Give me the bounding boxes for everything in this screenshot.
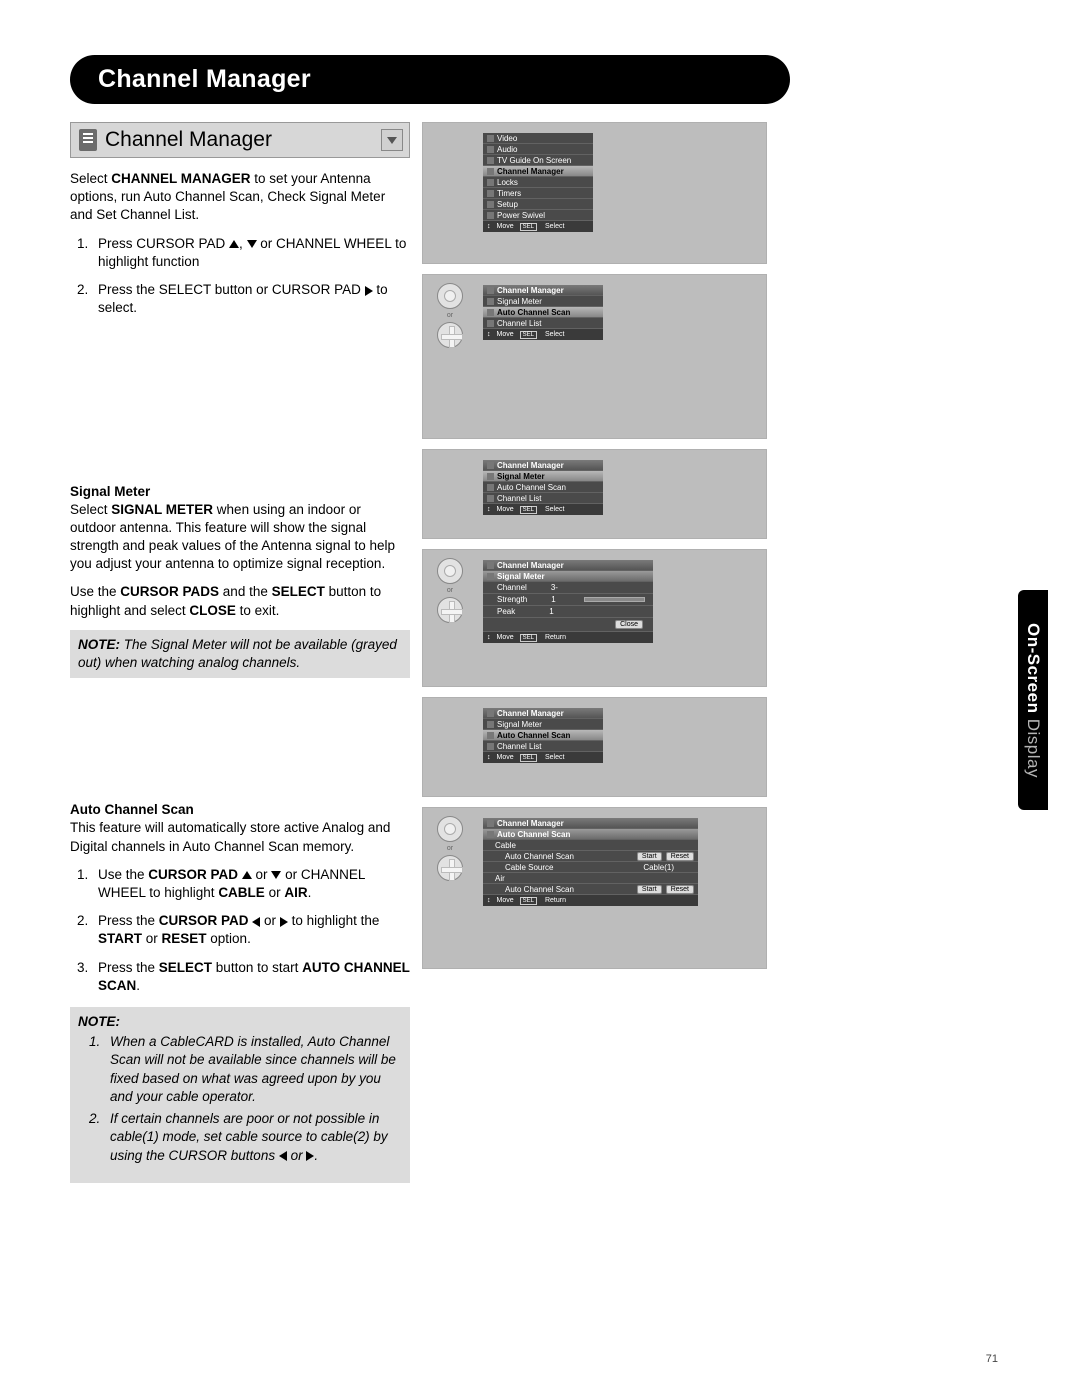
auto-scan-step-1: Use the CURSOR PAD or or CHANNEL WHEEL t… [92,866,410,902]
dpad-icon [437,322,463,348]
screenshot-auto-scan-detail: or Channel Manager Auto Channel Scan Cab… [422,807,767,969]
note-auto-scan-2: If certain channels are poor or not poss… [104,1110,402,1165]
intro-steps: Press CURSOR PAD , or CHANNEL WHEEL to h… [70,235,410,318]
wheel-icon [437,558,463,584]
note-auto-scan: NOTE: When a CableCARD is installed, Aut… [70,1007,410,1183]
auto-scan-heading: Auto Channel Scan [70,802,410,817]
screenshot-auto-scan-highlight: Channel Manager Signal Meter Auto Channe… [422,697,767,797]
section-header: Channel Manager [70,122,410,158]
auto-scan-step-3: Press the SELECT button to start AUTO CH… [92,959,410,995]
remote-icon: or [433,283,467,348]
remote-icon: or [433,558,467,623]
note-auto-scan-1: When a CableCARD is installed, Auto Chan… [104,1033,402,1106]
signal-meter-heading: Signal Meter [70,484,410,499]
intro-paragraph: Select CHANNEL MANAGER to set your Anten… [70,170,410,225]
page-number: 71 [986,1353,998,1365]
remote-icon: or [433,816,467,881]
screenshot-channel-manager-menu: or Channel Manager Signal Meter Auto Cha… [422,274,767,439]
screenshot-main-menu: Video Audio TV Guide On Screen Channel M… [422,122,767,264]
signal-meter-exit: Use the CURSOR PADS and the SELECT butto… [70,583,410,619]
step-1: Press CURSOR PAD , or CHANNEL WHEEL to h… [92,235,410,271]
section-tab: On-Screen Display [1018,590,1048,810]
dropdown-arrow-icon [381,129,403,151]
auto-scan-steps: Use the CURSOR PAD or or CHANNEL WHEEL t… [70,866,410,995]
auto-scan-paragraph: This feature will automatically store ac… [70,819,410,855]
page-header: Channel Manager [70,55,790,104]
document-icon [79,129,97,151]
section-title: Channel Manager [105,128,381,152]
dpad-icon [437,855,463,881]
note-signal-meter: NOTE: The Signal Meter will not be avail… [70,630,410,678]
auto-scan-step-2: Press the CURSOR PAD or to highlight the… [92,912,410,948]
text-column: Channel Manager Select CHANNEL MANAGER t… [70,122,410,1193]
screenshot-column: Video Audio TV Guide On Screen Channel M… [422,122,767,1193]
signal-meter-paragraph: Select SIGNAL METER when using an indoor… [70,501,410,574]
screenshot-signal-meter-highlight: Channel Manager Signal Meter Auto Channe… [422,449,767,539]
wheel-icon [437,816,463,842]
wheel-icon [437,283,463,309]
dpad-icon [437,597,463,623]
step-2: Press the SELECT button or CURSOR PAD to… [92,281,410,317]
screenshot-signal-meter-detail: or Channel Manager Signal Meter Channel3… [422,549,767,687]
